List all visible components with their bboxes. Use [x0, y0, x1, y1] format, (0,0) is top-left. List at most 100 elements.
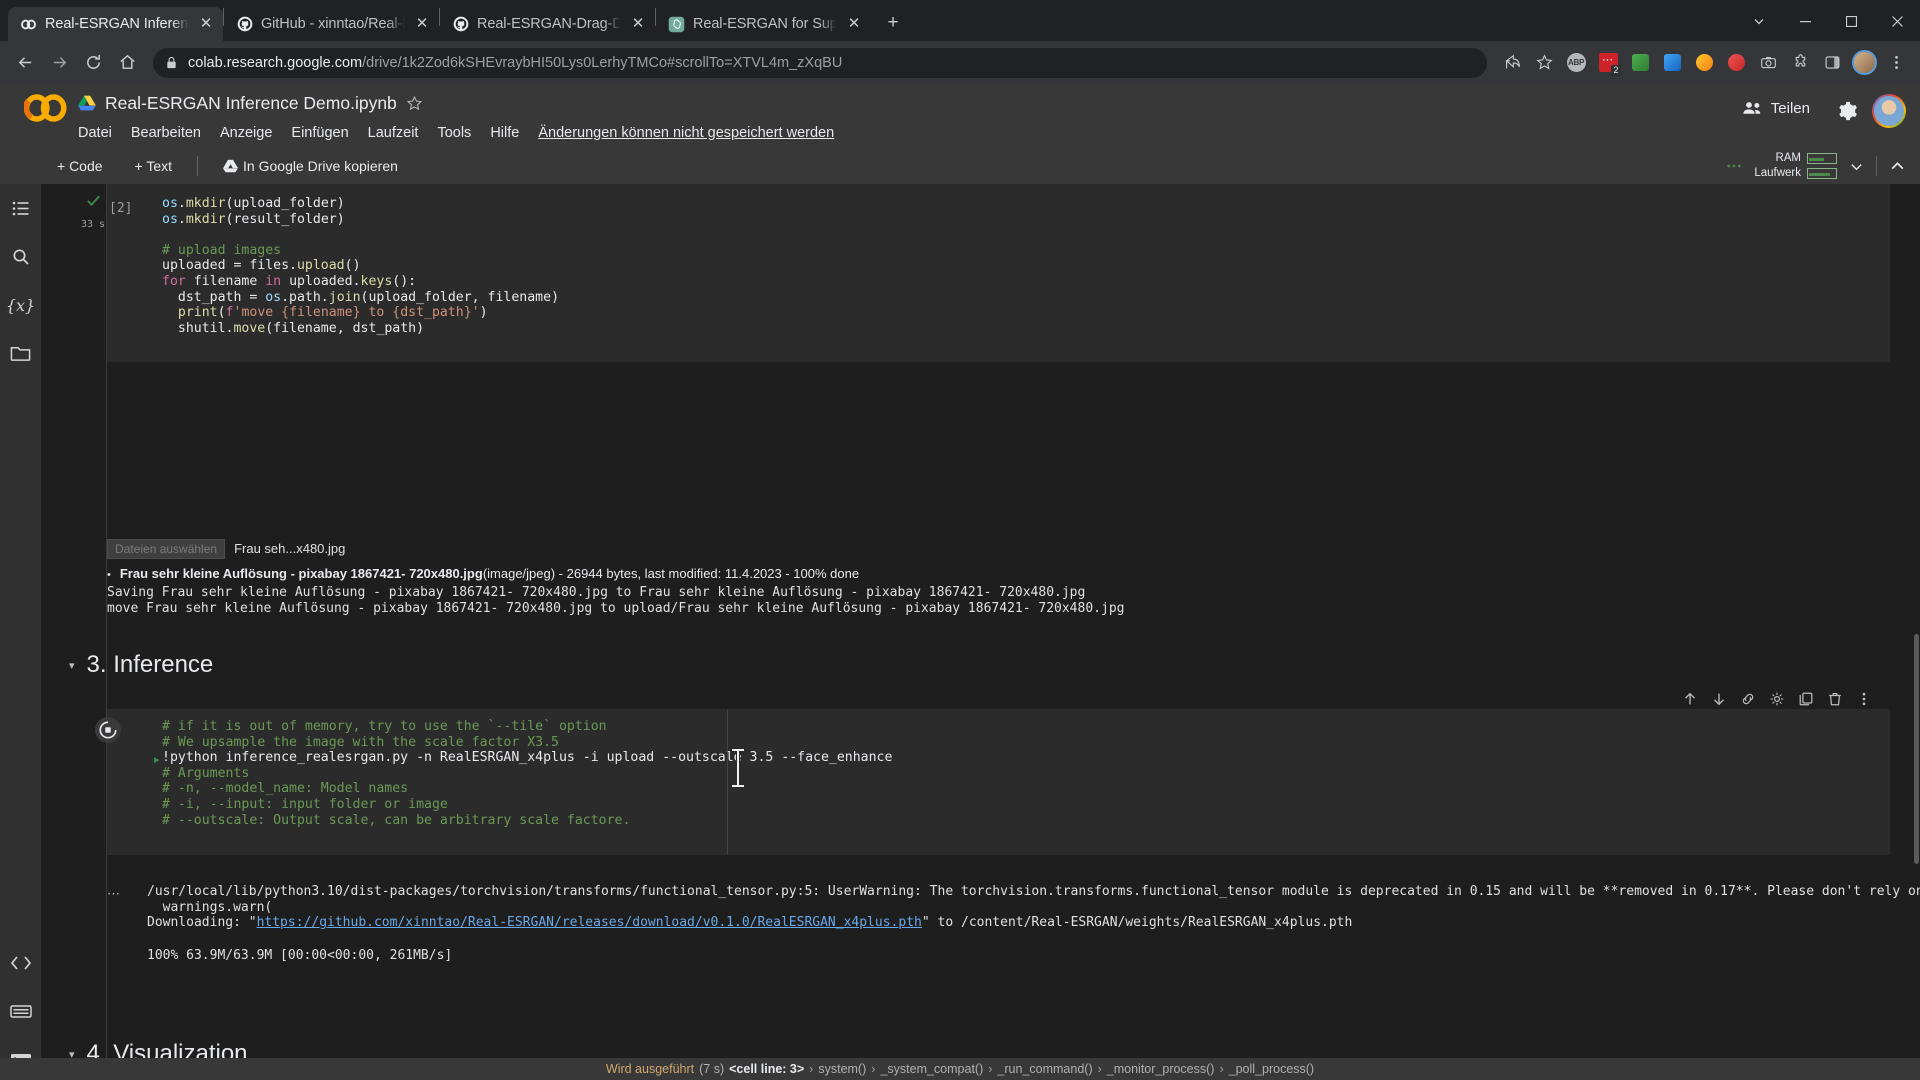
cell-settings-icon[interactable] — [1767, 689, 1787, 709]
menu-datei[interactable]: Datei — [78, 125, 112, 141]
forward-button[interactable] — [43, 47, 75, 79]
section-heading-3[interactable]: ▾ 3. Inference — [69, 651, 213, 679]
status-sep-4: › — [1219, 1062, 1224, 1076]
extension-green-icon[interactable] — [1625, 48, 1655, 78]
downloading-line: Downloading: "https://github.com/xinntao… — [147, 915, 1920, 931]
share-icon[interactable] — [1497, 48, 1527, 78]
choose-files-button[interactable]: Dateien auswählen — [107, 539, 226, 559]
add-text-cell-button[interactable]: + Text — [128, 155, 180, 177]
code-cell-2-output: Dateien auswählen Frau seh...x480.jpg • … — [107, 539, 1890, 616]
colab-toolbar: + Code + Text In Google Drive kopieren R… — [0, 148, 1920, 184]
star-outline-icon[interactable] — [406, 95, 423, 112]
code-cell-2-exec-label[interactable]: [2] — [109, 199, 132, 217]
file-upload-widget[interactable]: Dateien auswählen Frau seh...x480.jpg — [107, 539, 1890, 559]
download-url-link[interactable]: https://github.com/xinntao/Real-ESRGAN/r… — [257, 915, 922, 930]
home-button[interactable] — [111, 47, 143, 79]
browser-tab-1[interactable]: GitHub - xinntao/Real-ESRGAN: ✕ — [224, 7, 439, 41]
browser-tab-2[interactable]: Real-ESRGAN-Drag-Drop/drag& ✕ — [440, 7, 655, 41]
colab-app: Real-ESRGAN Inference Demo.ipynb Datei B… — [0, 84, 1920, 1080]
menu-laufzeit[interactable]: Laufzeit — [368, 125, 419, 141]
maximize-button[interactable] — [1828, 5, 1874, 37]
profile-avatar[interactable] — [1849, 48, 1879, 78]
menu-anzeige[interactable]: Anzeige — [220, 125, 272, 141]
status-elapsed: (7 s) — [699, 1062, 725, 1076]
camera-icon[interactable] — [1753, 48, 1783, 78]
address-bar-row: colab.research.google.com/drive/1k2Zod6k… — [0, 41, 1920, 84]
puzzle-icon[interactable] — [1785, 48, 1815, 78]
chrome-menu-icon[interactable] — [1881, 48, 1911, 78]
move-cell-down-icon[interactable] — [1709, 689, 1729, 709]
collapse-caret-icon[interactable]: ▾ — [69, 659, 75, 672]
reload-button[interactable] — [77, 47, 109, 79]
code-cell-3-editor[interactable]: # if it is out of memory, try to use the… — [107, 709, 1890, 855]
code-cell-3-run-button[interactable] — [95, 717, 121, 743]
upload-result-bullet: • Frau sehr kleine Auflösung - pixabay 1… — [107, 566, 1890, 583]
github-icon — [236, 16, 253, 33]
url-bar[interactable]: colab.research.google.com/drive/1k2Zod6k… — [153, 47, 1487, 78]
toolbar-right: RAM Laufwerk — [1726, 152, 1920, 180]
copy-to-drive-button[interactable]: In Google Drive kopieren — [216, 155, 405, 177]
settings-button[interactable] — [1836, 94, 1858, 128]
upload-file-bold: Frau sehr kleine Auflösung - pixabay 186… — [119, 566, 483, 581]
add-code-label: + Code — [57, 158, 103, 174]
code-cell-2-editor[interactable]: os.mkdir(upload_folder) os.mkdir(result_… — [107, 184, 1890, 362]
menu-tools[interactable]: Tools — [437, 125, 471, 141]
minimize-button[interactable] — [1782, 5, 1828, 37]
back-button[interactable] — [9, 47, 41, 79]
download-prefix: Downloading: " — [147, 915, 257, 930]
tab-close-icon[interactable]: ✕ — [197, 15, 215, 33]
code-cell-3-source[interactable]: # if it is out of memory, try to use the… — [107, 709, 1890, 828]
chevron-down-icon[interactable] — [1849, 159, 1864, 174]
more-cell-options-icon[interactable] — [1854, 689, 1874, 709]
code-cell-2-source[interactable]: os.mkdir(upload_folder) os.mkdir(result_… — [107, 184, 1890, 336]
tab-close-icon[interactable]: ✕ — [413, 15, 431, 33]
output-ellipsis-icon[interactable]: ⋯ — [107, 886, 120, 902]
saving-line: Saving Frau sehr kleine Auflösung - pixa… — [107, 585, 1086, 600]
code-snippets-icon[interactable] — [8, 950, 34, 976]
kebab-menu-icon[interactable] — [1726, 163, 1742, 169]
tab-close-icon[interactable]: ✕ — [845, 15, 863, 33]
extension-blue-icon[interactable] — [1657, 48, 1687, 78]
extension-red-icon[interactable]: ⋯ 2 — [1593, 48, 1623, 78]
tab-close-icon[interactable]: ✕ — [629, 15, 647, 33]
new-tab-button[interactable]: + — [879, 10, 907, 38]
extension-pink-icon[interactable] — [1721, 48, 1751, 78]
notebook-scrollbar[interactable] — [1913, 184, 1920, 1058]
people-icon — [1742, 100, 1763, 117]
browser-tab-0[interactable]: Real-ESRGAN Inference Demo.ipynb ✕ — [8, 7, 223, 41]
sidepanel-icon[interactable] — [1817, 48, 1847, 78]
resource-meter[interactable]: RAM Laufwerk — [1754, 152, 1837, 180]
tab-title: GitHub - xinntao/Real-ESRGAN: — [261, 16, 405, 32]
close-button[interactable] — [1874, 5, 1920, 37]
menu-hilfe[interactable]: Hilfe — [490, 125, 519, 141]
add-code-cell-button[interactable]: + Code — [50, 155, 110, 177]
chevron-down-icon[interactable] — [1736, 5, 1782, 37]
extension-yellow-icon[interactable] — [1689, 48, 1719, 78]
notebook-title[interactable]: Real-ESRGAN Inference Demo.ipynb — [105, 93, 397, 114]
code-cell-2-runtime: 33 s — [80, 219, 106, 230]
disk-label: Laufwerk — [1754, 167, 1801, 179]
menu-einfuegen[interactable]: Einfügen — [291, 125, 348, 141]
command-palette-icon[interactable] — [8, 998, 34, 1024]
code-cell-3: # if it is out of memory, try to use the… — [87, 692, 1890, 874]
adblock-plus-icon[interactable]: ABP — [1561, 48, 1591, 78]
browser-tab-3[interactable]: Real-ESRGAN for Super-Resolutio ✕ — [656, 7, 871, 41]
search-icon[interactable] — [8, 244, 34, 270]
code-cell-3-output: ⋯ /usr/local/lib/python3.10/dist-package… — [87, 884, 1920, 963]
table-of-contents-icon[interactable] — [8, 196, 34, 222]
user-avatar[interactable] — [1872, 94, 1906, 128]
colab-co-logo[interactable] — [14, 84, 78, 148]
column-ruler — [727, 709, 728, 855]
move-cell-up-icon[interactable] — [1680, 689, 1700, 709]
chevron-up-icon[interactable] — [1889, 158, 1906, 175]
delete-cell-icon[interactable] — [1825, 689, 1845, 709]
link-cell-icon[interactable] — [1738, 689, 1758, 709]
run-arrow-indicator: ▸ — [154, 754, 160, 766]
variables-icon[interactable]: {x} — [6, 292, 35, 318]
menu-bearbeiten[interactable]: Bearbeiten — [131, 125, 201, 141]
copy-cell-icon[interactable] — [1796, 689, 1816, 709]
bookmark-star-icon[interactable] — [1529, 48, 1559, 78]
colab-menu-bar: Datei Bearbeiten Anzeige Einfügen Laufze… — [78, 120, 1730, 146]
share-button[interactable]: Teilen — [1730, 94, 1822, 123]
files-icon[interactable] — [8, 340, 34, 366]
